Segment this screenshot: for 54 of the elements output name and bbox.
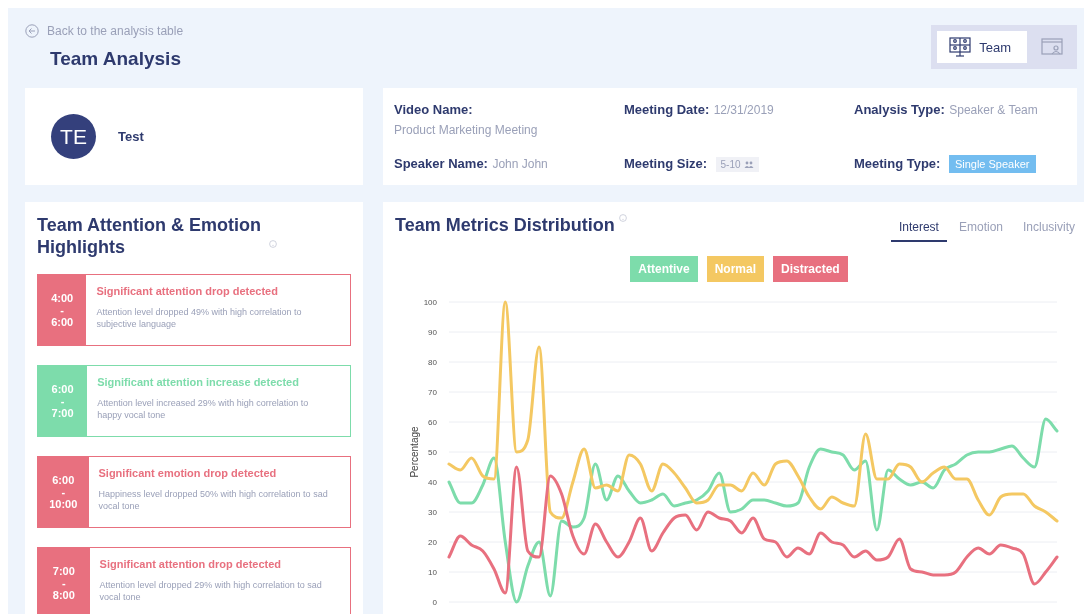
axis-tick-label: 100 [423,298,437,307]
field-value: Product Marketing Meeting [394,123,539,137]
legend-chip[interactable]: Attentive [630,256,698,282]
highlight-title: Significant emotion drop detected [98,467,278,479]
axis-tick-label: 20 [428,538,437,547]
team-view-button[interactable]: Team [937,31,1027,63]
axis-tick-label: 40 [428,478,437,487]
size-tag: 5-10 [715,157,759,172]
metric-tab[interactable]: Interest [890,214,947,242]
help-icon[interactable] [618,214,627,222]
field-value: Speaker & Team [949,103,1038,117]
field-label: Meeting Type: [854,156,941,171]
field-value: John John [492,157,548,171]
axis-tick-label: 70 [428,388,437,397]
metric-tab[interactable]: Inclusivity [1015,214,1083,242]
back-link[interactable]: Back to the analysis table [25,24,184,38]
axis-tick-label: 30 [428,508,437,517]
highlight-description: Attention level dropped 49% with high correlation to subjective language [96,306,303,330]
help-icon[interactable] [269,240,277,248]
avatar: TE [51,114,96,159]
highlight-title: Significant attention increase detected [97,376,300,388]
profile-name: Test [118,129,144,144]
axis-tick-label: 80 [428,358,437,367]
field-label: Meeting Date: [624,102,710,117]
metric-tab[interactable]: Emotion [950,214,1011,242]
time-range: 6:00 - 7:00 [38,366,88,436]
legend-chip[interactable]: Normal [706,256,764,282]
axis-label: Percentage [409,426,420,478]
highlight-description: Attention level dropped 29% with high correlation to sad vocal tone [99,579,323,603]
meeting-type-tag: Single Speaker [948,155,1036,173]
legend-chip[interactable]: Distracted [773,256,848,282]
axis-tick-label: 10 [428,568,437,577]
field-label: Speaker Name: [394,156,488,171]
page-title: Team Analysis [50,48,182,70]
field-label: Video Name: [394,102,473,117]
highlight-description: Happiness level dropped 50% with high correlation to sad vocal tone [98,488,328,512]
field-label: Analysis Type: [854,102,945,117]
presentation-icon [1041,37,1063,57]
panel-title: Team Metrics Distribution [395,214,615,236]
time-range: 6:00 - 10:00 [38,457,89,527]
highlight-title: Significant attention drop detected [96,285,279,297]
time-range: 4:00 - 6:00 [38,275,87,345]
time-range: 7:00 - 8:00 [38,548,90,614]
panel-title: Team Attention & Emotion Highlights [37,214,262,258]
axis-tick-label: 60 [428,418,437,427]
axis-tick-label: 50 [428,448,437,457]
field-label: Meeting Size: [624,156,708,171]
field-value: 12/31/2019 [713,103,774,117]
people-icon [743,161,754,168]
team-icon [949,37,972,57]
highlight-title: Significant attention drop detected [99,558,283,570]
axis-tick-label: 0 [432,598,437,607]
axis-tick-label: 90 [428,328,437,337]
highlight-description: Attention level increased 29% with high correlation to happy vocal tone [97,397,310,421]
